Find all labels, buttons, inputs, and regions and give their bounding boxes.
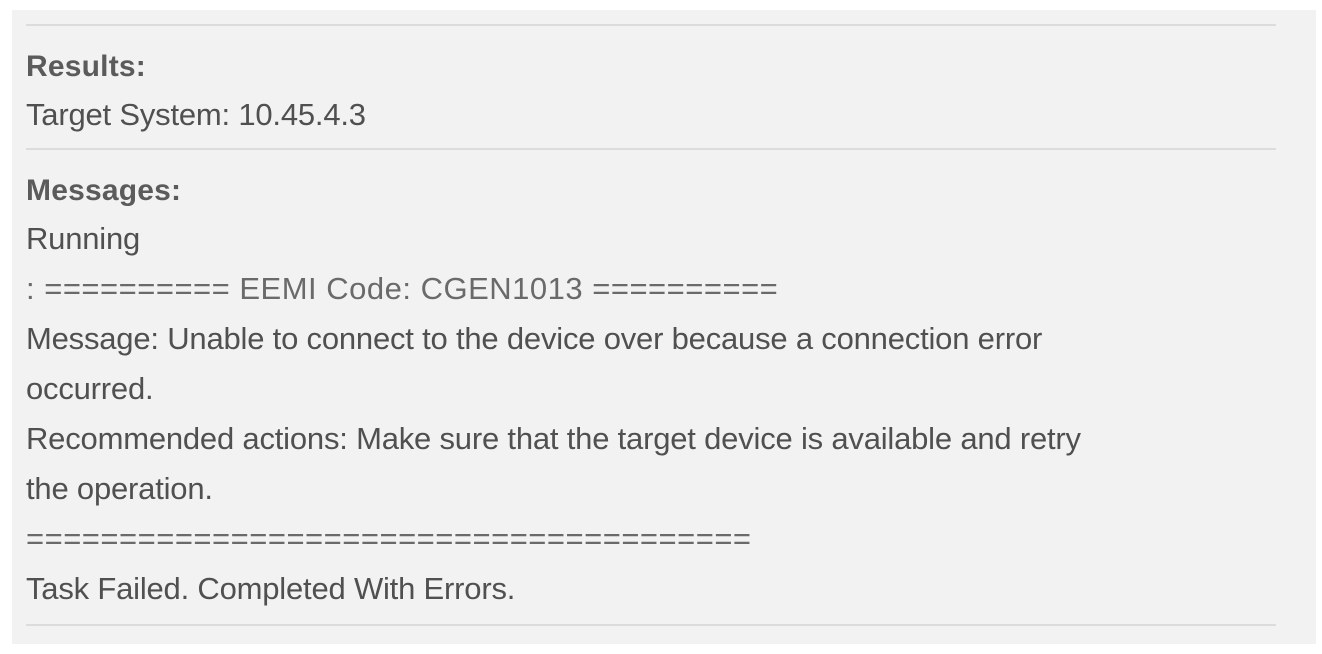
message-line-error: Message: Unable to connect to the device… [26, 321, 1043, 356]
target-system-text: Target System: 10.45.4.3 [26, 97, 366, 132]
task-status-text: Task Failed. Completed With Errors. [26, 571, 516, 606]
messages-heading: Messages: [26, 174, 182, 207]
message-line-running: Running [26, 221, 141, 256]
message-line-eemi-code: : ========== EEMI Code: CGEN1013 =======… [26, 271, 779, 306]
results-heading: Results: [26, 50, 146, 83]
results-section: Results: Target System: 10.45.4.3 [26, 26, 1294, 148]
message-line-error-continued: occurred. [26, 371, 154, 406]
message-line-recommended-actions: Recommended actions: Make sure that the … [26, 421, 1081, 456]
message-line-separator: ======================================= [26, 521, 752, 556]
message-line-recommended-actions-continued: the operation. [26, 471, 213, 506]
divider-bottom [26, 624, 1276, 626]
task-results-panel: Results: Target System: 10.45.4.3 Messag… [12, 10, 1316, 644]
messages-section: Messages: Running : ========== EEMI Code… [26, 150, 1294, 624]
